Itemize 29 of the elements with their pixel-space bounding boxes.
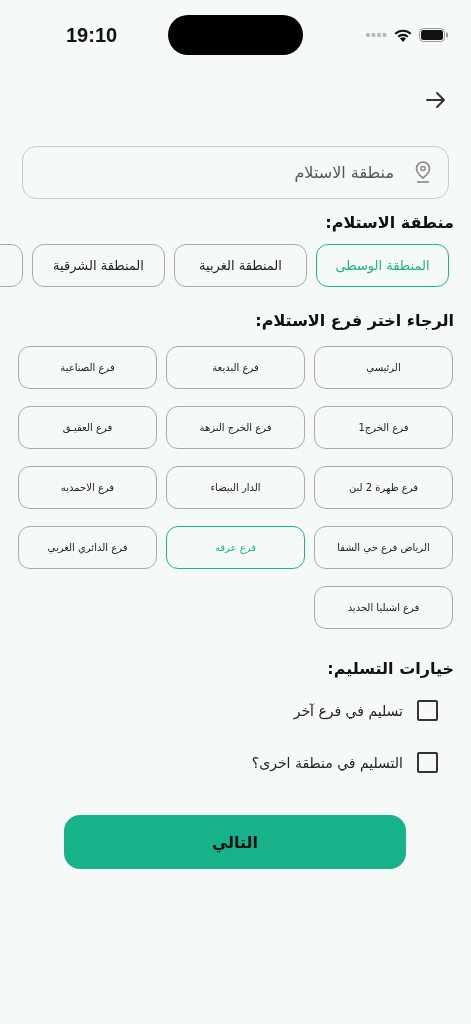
region-chip[interactable]: المنطقة الشرقية <box>32 244 165 287</box>
location-field[interactable]: منطقة الاستلام <box>22 146 449 199</box>
checkbox[interactable] <box>417 700 438 721</box>
branch-option[interactable]: الرياض فرع حي الشفا <box>314 526 453 569</box>
branch-option[interactable]: فرع الخرج1 <box>314 406 453 449</box>
signal-icon <box>365 32 387 38</box>
battery-icon <box>419 28 449 42</box>
next-button[interactable]: التالي <box>64 815 406 869</box>
branch-option[interactable]: الرئيسي <box>314 346 453 389</box>
branch-option[interactable]: الدار البيضاء <box>166 466 305 509</box>
branch-option[interactable]: فرع الصناعية <box>18 346 157 389</box>
branch-option[interactable]: فرع ظهرة 2 لبن <box>314 466 453 509</box>
section-heading: منطقة الاستلام: <box>324 213 454 232</box>
branch-option[interactable]: فرع الاحمديه <box>18 466 157 509</box>
section-heading: الرجاء اختر فرع الاستلام: <box>254 311 454 330</box>
option-label: التسليم في منطقة اخرى؟ <box>251 754 403 771</box>
branch-option[interactable]: فرع العقيـق <box>18 406 157 449</box>
branch-option[interactable]: فرع الدائري الغربي <box>18 526 157 569</box>
checkbox[interactable] <box>417 752 438 773</box>
region-chip[interactable]: المنطقة الغربية <box>174 244 307 287</box>
wifi-icon <box>393 27 413 43</box>
branch-option[interactable]: فرع البديعة <box>166 346 305 389</box>
branch-option[interactable]: فرع اشبليا الجديد <box>314 586 453 629</box>
location-pin-icon <box>415 161 431 183</box>
branch-option[interactable]: فرع الخرج النزهة <box>166 406 305 449</box>
forward-arrow-icon[interactable] <box>426 91 446 109</box>
status-time: 19:10 <box>66 23 118 47</box>
section-heading: خيارات التسليم: <box>326 659 454 678</box>
option-label: تسليم في فرع آخر <box>293 702 403 719</box>
